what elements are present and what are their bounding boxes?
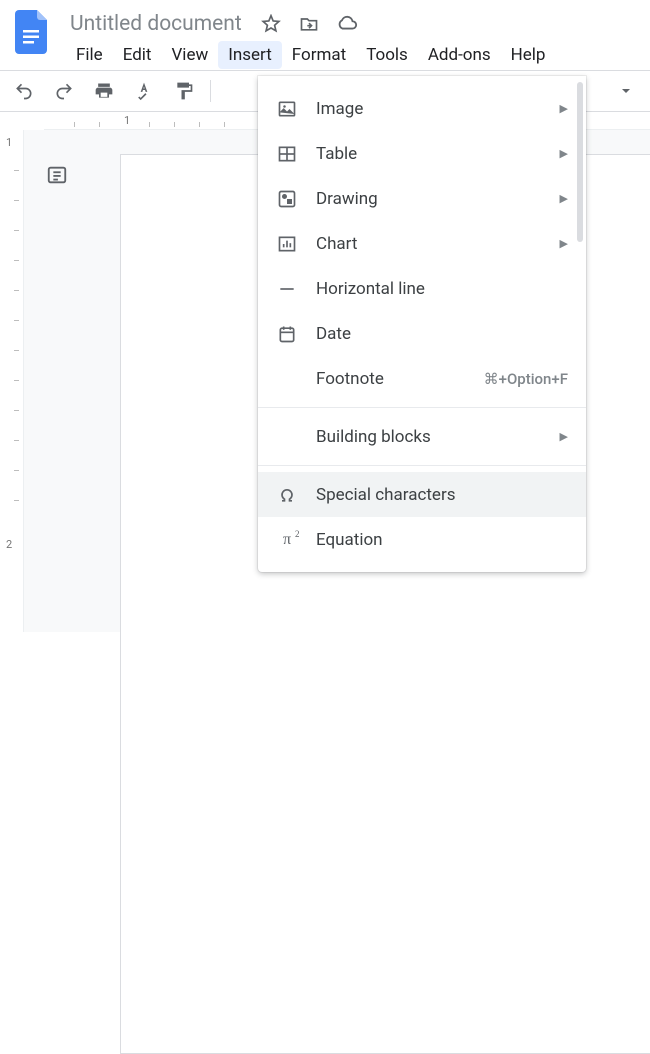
redo-button[interactable] (50, 77, 78, 105)
menu-item-label: Special characters (316, 485, 568, 505)
menu-separator (258, 407, 586, 408)
menu-item-label: Image (316, 99, 552, 119)
horizontal-line-icon (276, 278, 298, 300)
menu-addons[interactable]: Add-ons (418, 41, 501, 69)
menu-item-label: Horizontal line (316, 279, 568, 299)
chevron-right-icon: ▶ (560, 430, 568, 443)
menu-item-label: Drawing (316, 189, 552, 209)
table-icon (276, 143, 298, 165)
print-button[interactable] (90, 77, 118, 105)
insert-menu-dropdown: Image ▶ Table ▶ Drawing ▶ Chart ▶ Horizo… (258, 76, 586, 572)
menu-help[interactable]: Help (501, 41, 556, 69)
menu-item-table[interactable]: Table ▶ (258, 131, 586, 176)
menu-item-chart[interactable]: Chart ▶ (258, 221, 586, 266)
chevron-right-icon: ▶ (560, 237, 568, 250)
menu-item-footnote[interactable]: Footnote ⌘+Option+F (258, 356, 586, 401)
ruler-number: 2 (6, 538, 12, 551)
menu-item-building-blocks[interactable]: Building blocks ▶ (258, 414, 586, 459)
menu-insert[interactable]: Insert (218, 41, 282, 69)
menu-item-image[interactable]: Image ▶ (258, 86, 586, 131)
menu-item-date[interactable]: Date (258, 311, 586, 356)
menu-item-label: Chart (316, 234, 552, 254)
undo-button[interactable] (10, 77, 38, 105)
blank-icon (276, 426, 298, 448)
toolbar-overflow-button[interactable] (612, 77, 640, 105)
menu-item-label: Date (316, 324, 568, 344)
menu-item-equation[interactable]: π2 Equation (258, 517, 586, 562)
outline-button[interactable] (40, 158, 74, 192)
menu-tools[interactable]: Tools (356, 41, 418, 69)
image-icon (276, 98, 298, 120)
menu-item-label: Building blocks (316, 427, 552, 447)
menu-item-label: Footnote (316, 369, 484, 389)
drawing-icon (276, 188, 298, 210)
date-icon (276, 323, 298, 345)
chevron-right-icon: ▶ (560, 147, 568, 160)
menu-item-shortcut: ⌘+Option+F (484, 370, 568, 388)
omega-icon (276, 484, 298, 506)
ruler-number: 1 (6, 136, 12, 149)
spellcheck-button[interactable] (130, 77, 158, 105)
menubar: File Edit View Insert Format Tools Add-o… (66, 40, 638, 70)
pi-icon: π2 (276, 529, 298, 551)
document-title[interactable]: Untitled document (66, 12, 246, 36)
toolbar-separator (210, 80, 211, 102)
menu-view[interactable]: View (161, 41, 218, 69)
cloud-status-icon[interactable] (336, 13, 358, 35)
menu-format[interactable]: Format (282, 41, 356, 69)
menu-separator (258, 465, 586, 466)
menu-edit[interactable]: Edit (113, 41, 162, 69)
move-icon[interactable] (298, 13, 320, 35)
chevron-right-icon: ▶ (560, 192, 568, 205)
ruler-number: 1 (124, 114, 130, 127)
blank-icon (276, 368, 298, 390)
menu-item-label: Equation (316, 530, 568, 550)
paint-format-button[interactable] (170, 77, 198, 105)
menu-item-label: Table (316, 144, 552, 164)
menu-file[interactable]: File (66, 41, 113, 69)
chart-icon (276, 233, 298, 255)
chevron-right-icon: ▶ (560, 102, 568, 115)
menu-item-drawing[interactable]: Drawing ▶ (258, 176, 586, 221)
star-icon[interactable] (260, 13, 282, 35)
menu-item-special-characters[interactable]: Special characters (258, 472, 586, 517)
docs-logo[interactable] (12, 8, 52, 56)
vertical-ruler[interactable]: 1 2 (0, 130, 24, 632)
menu-item-horizontal-line[interactable]: Horizontal line (258, 266, 586, 311)
